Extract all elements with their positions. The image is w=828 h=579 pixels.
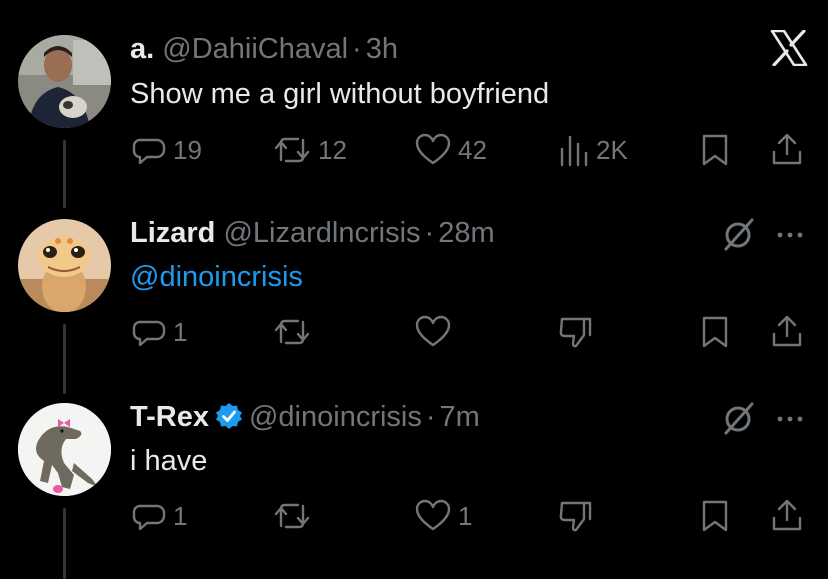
share-icon	[772, 315, 802, 347]
tweet-text: @dinoincrisis	[130, 260, 303, 294]
retweet-icon	[274, 503, 310, 529]
retweet-button[interactable]	[272, 312, 312, 352]
bookmark-button[interactable]	[700, 496, 730, 536]
action-bar: 19 12 42 2K	[0, 130, 828, 170]
user-handle[interactable]: @dinoincrisis	[249, 401, 422, 433]
tweet-text: Show me a girl without boyfriend	[130, 78, 550, 110]
like-icon	[415, 315, 451, 347]
share-button[interactable]	[770, 312, 804, 352]
timestamp[interactable]: 3h	[366, 33, 398, 65]
share-icon	[772, 133, 802, 165]
dislike-icon	[559, 317, 592, 348]
more-icon	[777, 416, 803, 422]
like-icon	[415, 133, 451, 165]
reply-button[interactable]: 1	[131, 496, 187, 536]
grok-icon	[724, 218, 754, 251]
timestamp[interactable]: 7m	[440, 401, 480, 433]
separator-dot: ·	[352, 33, 362, 65]
avatar[interactable]	[18, 35, 111, 128]
action-bar: 1	[0, 312, 828, 352]
like-count: 42	[458, 134, 487, 165]
bookmark-button[interactable]	[700, 312, 730, 352]
like-button[interactable]	[414, 312, 452, 352]
reply-icon	[132, 138, 166, 165]
share-button[interactable]	[770, 496, 804, 536]
verified-badge-icon	[215, 402, 243, 438]
dislike-button[interactable]	[556, 496, 594, 536]
tweet-header: Lizard @Lizardlncrisis · 28m	[130, 216, 495, 250]
share-button[interactable]	[770, 130, 804, 170]
user-handle[interactable]: @Lizardlncrisis	[223, 217, 420, 249]
grok-button[interactable]	[722, 216, 756, 257]
retweet-icon	[274, 319, 310, 345]
bookmark-icon	[702, 500, 728, 532]
like-button[interactable]: 1	[414, 496, 472, 536]
retweet-button[interactable]	[272, 496, 312, 536]
reply-count: 19	[173, 134, 202, 165]
timestamp[interactable]: 28m	[438, 217, 494, 249]
separator-dot: ·	[425, 401, 436, 433]
views-button[interactable]: 2K	[558, 130, 628, 170]
views-icon	[560, 135, 588, 167]
more-icon	[777, 232, 803, 238]
display-name[interactable]: a.	[130, 33, 154, 65]
more-button[interactable]	[775, 404, 805, 439]
dislike-icon	[559, 501, 592, 532]
avatar[interactable]	[18, 219, 111, 312]
tweet-header: a. @DahiiChaval · 3h	[130, 32, 398, 66]
reply-icon	[132, 320, 166, 347]
share-icon	[772, 499, 802, 531]
grok-icon	[724, 402, 754, 435]
reply-icon	[132, 504, 166, 531]
separator-dot: ·	[424, 217, 435, 249]
retweet-icon	[274, 137, 310, 163]
dislike-button[interactable]	[556, 312, 594, 352]
retweet-button[interactable]: 12	[272, 130, 347, 170]
action-bar: 1 1	[0, 496, 828, 536]
reply-button[interactable]: 1	[131, 312, 187, 352]
more-button[interactable]	[775, 220, 805, 255]
display-name[interactable]: Lizard	[130, 217, 215, 249]
views-count: 2K	[596, 134, 628, 165]
avatar[interactable]	[18, 403, 111, 496]
like-count: 1	[458, 500, 473, 531]
x-logo-icon[interactable]	[770, 29, 808, 71]
tweet-header: T-Rex @dinoincrisis · 7m	[130, 400, 480, 438]
reply-count: 1	[173, 500, 188, 531]
bookmark-icon	[702, 316, 728, 348]
bookmark-button[interactable]	[700, 130, 730, 170]
like-button[interactable]: 42	[414, 130, 487, 170]
display-name[interactable]: T-Rex	[130, 401, 209, 433]
like-icon	[415, 499, 451, 531]
reply-count: 1	[173, 316, 188, 347]
reply-button[interactable]: 19	[131, 130, 202, 170]
tweet-text: i have	[130, 445, 208, 477]
retweet-count: 12	[318, 134, 347, 165]
user-handle[interactable]: @DahiiChaval	[162, 33, 348, 65]
bookmark-icon	[702, 134, 728, 166]
grok-button[interactable]	[722, 400, 756, 441]
mention-link[interactable]: @dinoincrisis	[130, 261, 303, 293]
